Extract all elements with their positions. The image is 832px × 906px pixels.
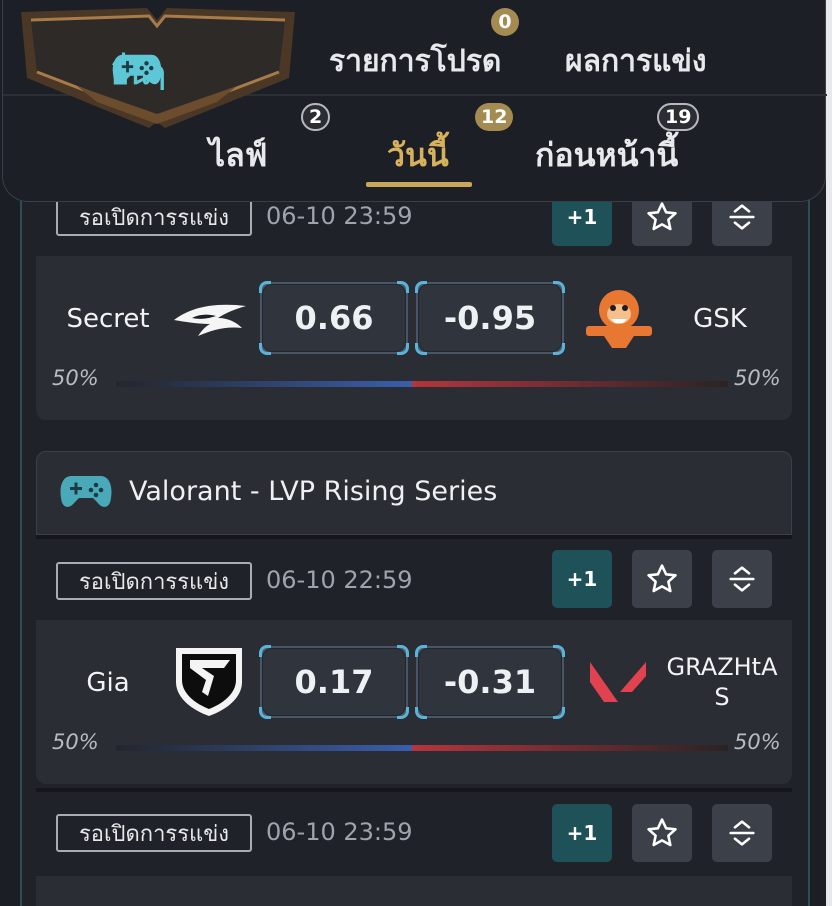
active-tab-indicator [366,182,472,187]
status-badge: รอเปิดการรแข่ง [56,562,252,600]
match-header: รอเปิดการรแข่ง 06-10 22:59 +1 [36,538,792,624]
team-gia-logo-icon [176,648,242,716]
expand-collapse-icon [729,566,755,592]
odd-button-left[interactable]: 0.66 [259,281,409,355]
expand-button[interactable] [712,804,772,862]
tab-results[interactable]: ผลการแข่ง [565,38,707,85]
more-markets-button[interactable]: +1 [552,550,612,608]
tab-live[interactable]: ไลฟ์ [209,130,267,181]
odd-button-right[interactable]: -0.95 [415,281,565,355]
percent-left: 50% [52,730,99,754]
tab-favorites[interactable]: รายการโปรด [329,38,501,85]
valorant-logo-icon [590,662,646,702]
league-header[interactable]: Valorant - LVP Rising Series [36,451,792,535]
expand-collapse-icon [729,204,755,230]
odd-value: -0.95 [443,299,537,337]
scrollbar-track[interactable] [826,0,832,906]
percent-right: 50% [734,366,781,390]
bet-split-bar-right [412,381,728,387]
team-right-name: GRAZHtA S [666,653,778,711]
bet-split-bar-left [116,745,416,751]
status-badge: รอเปิดการรแข่ง [56,814,252,852]
match-odds-row: Gia 0.17 -0.31 GRAZHtA S 50% 50% [36,620,792,784]
percent-right: 50% [734,730,781,754]
more-markets-button[interactable]: +1 [552,804,612,862]
odd-value: 0.17 [294,663,374,701]
bet-split-bar-right [412,745,728,751]
tab-earlier[interactable]: ก่อนหน้านี้ [535,130,678,181]
status-badge: รอเปิดการรแข่ง [56,198,252,236]
gamepad-icon [112,54,162,85]
star-icon [647,564,677,593]
favorites-count-badge: 0 [491,8,519,36]
odd-button-left[interactable]: 0.17 [259,645,409,719]
match-header: รอเปิดการรแข่ง 06-10 23:59 +1 [36,792,792,878]
star-icon [647,818,677,847]
percent-left: 50% [52,366,99,390]
team-left-name: Gia [86,668,130,698]
team-right-name: GSK [693,304,747,334]
match-time: 06-10 23:59 [266,202,413,230]
bet-split-bar-left [116,381,416,387]
match-odds-row: Secret 0.66 -0.95 GSK 50% 50% [36,256,792,420]
team-secret-logo-icon [174,304,246,336]
favorite-button[interactable] [632,804,692,862]
live-count-badge: 2 [301,103,331,131]
today-count-badge: 12 [475,103,514,131]
tab-today[interactable]: วันนี้ [387,130,449,181]
favorite-button[interactable] [632,550,692,608]
star-icon [647,202,677,231]
odd-button-right[interactable]: -0.31 [415,645,565,719]
crest-label-wrap: อื่นๆ [111,51,166,98]
category-crest[interactable]: อื่นๆ [17,6,299,131]
match-time: 06-10 23:59 [266,818,413,846]
match-time: 06-10 22:59 [266,566,413,594]
earlier-count-badge: 19 [657,103,700,131]
match-odds-row [36,876,792,906]
team-gsk-logo-icon [586,290,652,348]
expand-collapse-icon [729,820,755,846]
expand-button[interactable] [712,550,772,608]
league-name: Valorant - LVP Rising Series [129,476,498,507]
team-left-name: Secret [66,304,150,334]
odd-value: -0.31 [443,663,537,701]
odd-value: 0.66 [294,299,374,337]
header-nav: อื่นๆ รายการโปรด 0 ผลการแข่ง ไลฟ์ 2 วันน… [2,0,827,202]
gamepad-icon [60,476,112,507]
